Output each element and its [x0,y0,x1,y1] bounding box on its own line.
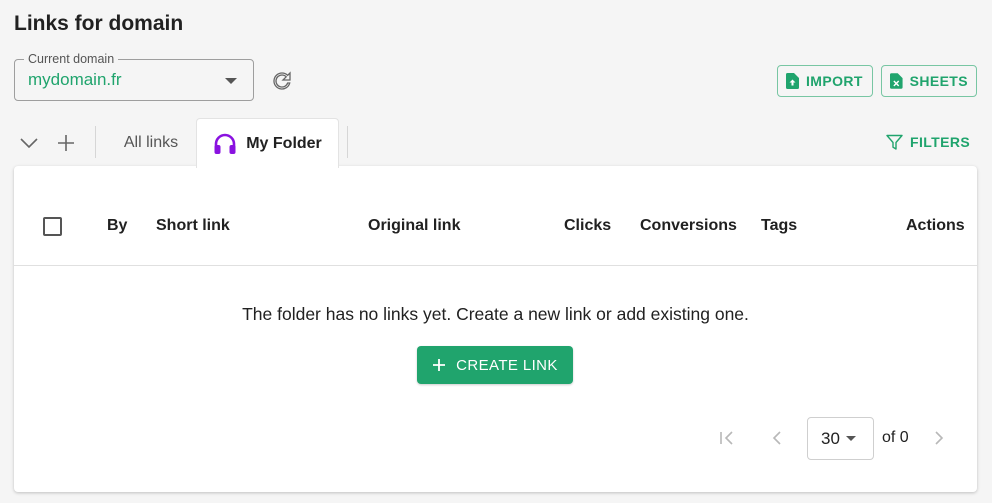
refresh-button[interactable] [268,67,296,95]
column-header-actions: Actions [906,217,965,234]
collapse-tabs-button[interactable] [16,130,42,156]
previous-page-button[interactable] [765,426,789,450]
domain-select[interactable]: Current domain mydomain.fr [14,52,254,101]
tab-divider [347,126,348,158]
sheets-label: SHEETS [909,73,968,89]
page-count-label: of 0 [882,429,909,446]
refresh-icon [273,71,291,90]
tab-all-links[interactable]: All links [106,120,196,165]
select-all-checkbox[interactable] [43,217,62,236]
column-header-by[interactable]: By [107,217,127,235]
sheets-button[interactable]: SHEETS [881,65,977,97]
page-title: Links for domain [14,12,184,35]
chevron-down-icon [20,138,38,149]
empty-state-message: The folder has no links yet. Create a ne… [242,304,749,324]
filters-button[interactable]: FILTERS [886,130,970,154]
column-header-short-link[interactable]: Short link [156,217,230,235]
import-button[interactable]: IMPORT [777,65,873,97]
excel-file-icon [890,73,903,89]
chevron-down-icon [225,78,237,84]
domain-select-value: mydomain.fr [28,70,122,89]
column-header-clicks[interactable]: Clicks [564,217,611,235]
tab-my-folder-label: My Folder [246,134,322,152]
tab-divider [95,126,96,158]
create-link-label: CREATE LINK [456,356,558,374]
links-table-card: By Short link Original link Clicks Conve… [14,166,977,492]
column-header-conversions[interactable]: Conversions [640,217,737,235]
next-page-button[interactable] [927,426,951,450]
column-header-original-link[interactable]: Original link [368,217,460,235]
column-header-tags[interactable]: Tags [761,217,797,235]
plus-icon [433,359,446,371]
chevron-right-icon [935,431,944,445]
first-page-button[interactable] [715,426,739,450]
tab-my-folder[interactable]: My Folder [196,118,339,168]
plus-icon [58,135,74,151]
create-link-button[interactable]: CREATE LINK [417,346,573,384]
add-folder-button[interactable] [53,130,79,156]
filter-icon [886,134,903,150]
caret-down-icon [845,436,856,441]
rows-per-page-select[interactable]: 30 [807,417,874,460]
headphones-icon [214,133,236,154]
domain-select-legend: Current domain [24,52,119,66]
import-label: IMPORT [806,73,863,89]
first-page-icon [720,431,733,445]
table-header: By Short link Original link Clicks Conve… [14,166,977,266]
file-upload-icon [786,73,799,89]
filters-label: FILTERS [910,134,971,150]
rows-per-page-value: 30 [821,428,840,448]
chevron-left-icon [772,431,781,445]
